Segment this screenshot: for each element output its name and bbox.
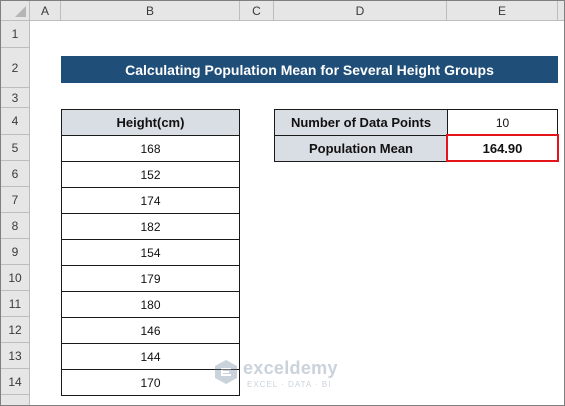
page-title: Calculating Population Mean for Several … xyxy=(61,56,558,83)
column-header-d[interactable]: D xyxy=(274,1,447,21)
row-header-6[interactable]: 6 xyxy=(1,161,30,187)
row-header-8[interactable]: 8 xyxy=(1,213,30,239)
height-cell[interactable]: 152 xyxy=(61,161,240,188)
row-header-2[interactable]: 2 xyxy=(1,48,30,88)
height-cell[interactable]: 146 xyxy=(61,317,240,344)
row-header-14[interactable]: 14 xyxy=(1,369,30,395)
row-header-1[interactable]: 1 xyxy=(1,21,30,48)
height-cell[interactable]: 182 xyxy=(61,213,240,240)
column-header-e[interactable]: E xyxy=(447,1,558,21)
column-header-overflow xyxy=(558,1,564,21)
height-cell[interactable]: 179 xyxy=(61,265,240,292)
spreadsheet: A B C D E 1 2 3 4 5 6 7 8 9 10 11 12 13 … xyxy=(0,0,565,406)
column-header-a[interactable]: A xyxy=(30,1,61,21)
row-header-3[interactable]: 3 xyxy=(1,88,30,108)
row-header-7[interactable]: 7 xyxy=(1,187,30,213)
column-header-c[interactable]: C xyxy=(240,1,274,21)
height-cell[interactable]: 174 xyxy=(61,187,240,214)
row-header-12[interactable]: 12 xyxy=(1,317,30,343)
heights-header: Height(cm) xyxy=(61,109,240,136)
row-header-4[interactable]: 4 xyxy=(1,108,30,135)
exceldemy-logo-icon xyxy=(215,360,237,384)
height-cell[interactable]: 154 xyxy=(61,239,240,266)
count-value-cell[interactable]: 10 xyxy=(447,109,558,136)
row-header-11[interactable]: 11 xyxy=(1,291,30,317)
select-all-corner[interactable] xyxy=(1,1,30,21)
row-header-10[interactable]: 10 xyxy=(1,265,30,291)
height-cell[interactable]: 168 xyxy=(61,135,240,162)
row-header-5[interactable]: 5 xyxy=(1,135,30,161)
row-header-13[interactable]: 13 xyxy=(1,343,30,369)
row-header-9[interactable]: 9 xyxy=(1,239,30,265)
height-cell[interactable]: 180 xyxy=(61,291,240,318)
watermark-name: exceldemy xyxy=(243,358,338,378)
mean-label: Population Mean xyxy=(274,135,448,162)
watermark-tagline: EXCEL · DATA · BI xyxy=(247,380,332,389)
row-header-overflow xyxy=(1,395,30,405)
mean-value-highlight[interactable]: 164.90 xyxy=(446,134,559,162)
watermark: exceldemy EXCEL · DATA · BI xyxy=(213,357,363,391)
column-header-b[interactable]: B xyxy=(61,1,240,21)
count-label: Number of Data Points xyxy=(274,109,448,136)
